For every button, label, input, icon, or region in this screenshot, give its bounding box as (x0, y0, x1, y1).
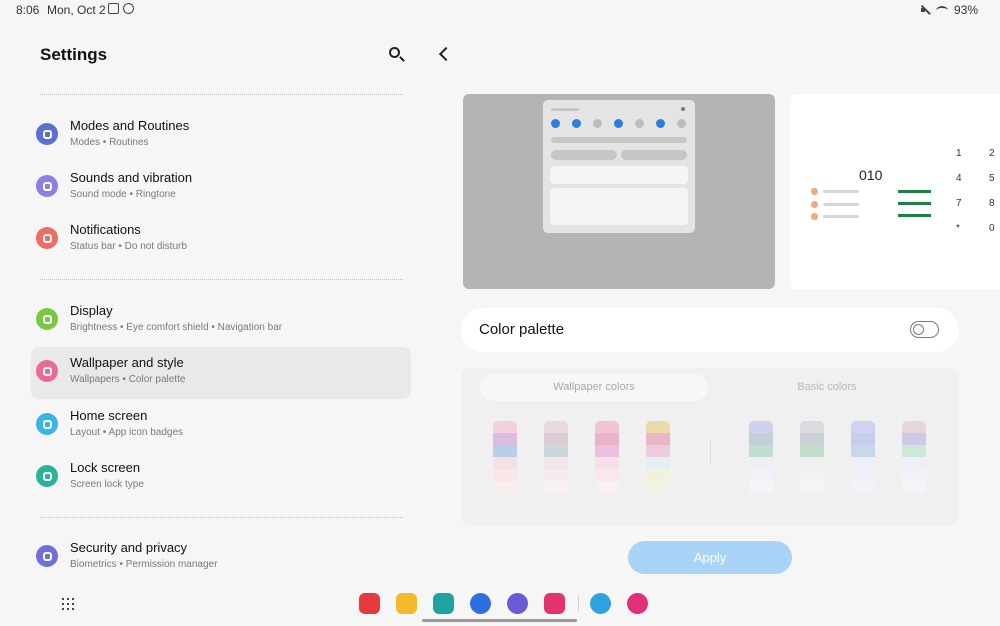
home-icon (36, 413, 58, 435)
mute-icon (920, 5, 930, 15)
palette-swatch[interactable] (544, 421, 568, 493)
color-options: Wallpaper colors Basic colors (461, 368, 959, 526)
palette-swatch[interactable] (749, 421, 773, 493)
settings-item-home-screen[interactable]: Home screen Layout • App icon badges (31, 400, 411, 452)
dialpad-key: 0 (989, 223, 995, 234)
item-subtitle: Screen lock type (70, 479, 144, 490)
palette-swatch[interactable] (595, 421, 619, 493)
brightness-icon (36, 308, 58, 330)
home-gesture-bar[interactable] (422, 619, 577, 622)
sync-notification-icon (123, 3, 134, 14)
palette-swatch[interactable] (646, 421, 670, 493)
apply-button[interactable]: Apply (628, 541, 792, 574)
settings-item-wallpaper-style[interactable]: Wallpaper and style Wallpapers • Color p… (31, 347, 411, 399)
item-subtitle: Wallpapers • Color palette (70, 374, 186, 385)
modes-routines-icon (36, 123, 58, 145)
flashlight-toggle-icon (656, 119, 665, 128)
palette-swatch[interactable] (800, 421, 824, 493)
settings-item-lock-screen[interactable]: Lock screen Screen lock type (31, 452, 411, 504)
dialpad-key: 8 (989, 198, 995, 209)
item-label: Display (70, 303, 113, 318)
battery-level: 93% (953, 3, 978, 17)
item-subtitle: Biometrics • Permission manager (70, 559, 218, 570)
app-drawer-icon[interactable] (62, 598, 74, 610)
color-palette-row[interactable]: Color palette (461, 308, 959, 352)
status-date: Mon, Oct 2 (47, 3, 106, 17)
notification-bell-icon (36, 227, 58, 249)
settings-item-display[interactable]: Display Brightness • Eye comfort shield … (31, 295, 411, 347)
item-label: Sounds and vibration (70, 170, 193, 185)
dialpad-key: 5 (989, 173, 995, 184)
internet-app-icon[interactable] (507, 593, 528, 614)
item-subtitle: Modes • Routines (70, 137, 149, 148)
section-divider (40, 94, 403, 95)
item-subtitle: Sound mode • Ringtone (70, 189, 176, 200)
quick-panel-preview[interactable] (463, 94, 775, 289)
item-label: Modes and Routines (70, 118, 190, 133)
item-label: Wallpaper and style (70, 355, 184, 370)
dialpad-key: 7 (956, 198, 962, 209)
palette-swatch[interactable] (902, 421, 926, 493)
camera-app-icon[interactable] (544, 593, 565, 614)
sound-toggle-icon (572, 119, 581, 128)
wifi-toggle-icon (551, 119, 560, 128)
item-subtitle: Status bar • Do not disturb (70, 241, 187, 252)
telegram-app-icon[interactable] (590, 593, 611, 614)
search-icon (389, 47, 400, 58)
status-time: 8:06 (16, 3, 40, 17)
quick-settings-panel-mock (543, 100, 695, 233)
settings-item-modes-routines[interactable]: Modes and Routines Modes • Routines (31, 110, 411, 162)
airplane-toggle-icon (635, 119, 644, 128)
dialpad-key: 2 (989, 148, 995, 159)
dock-separator (578, 596, 579, 611)
item-label: Notifications (70, 222, 141, 237)
dialpad-key: 4 (956, 173, 962, 184)
palette-swatch[interactable] (851, 421, 875, 493)
tab-divider (710, 440, 711, 464)
dialer-number: 010 (859, 167, 883, 183)
shield-icon (36, 545, 58, 567)
speaker-icon (36, 175, 58, 197)
color-palette-label: Color palette (479, 321, 565, 338)
dialer-preview[interactable]: 010 1 2 4 5 7 8 * 0 (790, 94, 1000, 289)
search-button[interactable] (386, 45, 406, 65)
section-divider (40, 279, 403, 280)
tab-basic-colors[interactable]: Basic colors (713, 374, 941, 401)
messages-app-icon[interactable] (470, 593, 491, 614)
dialpad-key: * (956, 223, 960, 234)
item-subtitle: Layout • App icon badges (70, 427, 184, 438)
section-divider (40, 517, 403, 518)
calendar-app-icon[interactable] (433, 593, 454, 614)
color-palette-toggle[interactable] (910, 321, 939, 338)
palette-swatch[interactable] (493, 421, 517, 493)
page-title: Settings (40, 45, 108, 64)
settings-item-sounds-vibration[interactable]: Sounds and vibration Sound mode • Ringto… (31, 162, 411, 214)
battery-saver-toggle-icon (677, 119, 686, 128)
item-label: Security and privacy (70, 540, 188, 555)
status-bar: 8:06 Mon, Oct 2 93% (0, 0, 1000, 20)
my-files-app-icon[interactable] (396, 593, 417, 614)
back-button[interactable] (434, 45, 454, 65)
gallery-notification-icon (108, 3, 119, 14)
wifi-icon (935, 5, 948, 15)
item-label: Home screen (70, 408, 148, 423)
tab-wallpaper-colors[interactable]: Wallpaper colors (480, 374, 708, 401)
lock-icon (36, 465, 58, 487)
dialpad-key: 1 (956, 148, 962, 159)
settings-item-security-privacy[interactable]: Security and privacy Biometrics • Permis… (31, 532, 411, 584)
bluetooth-toggle-icon (593, 119, 602, 128)
item-label: Lock screen (70, 460, 141, 475)
item-subtitle: Brightness • Eye comfort shield • Naviga… (70, 322, 283, 333)
settings-item-notifications[interactable]: Notifications Status bar • Do not distur… (31, 214, 411, 266)
autorotate-toggle-icon (614, 119, 623, 128)
bixby-app-icon[interactable] (627, 593, 648, 614)
wallpaper-icon (36, 360, 58, 382)
flipboard-app-icon[interactable] (359, 593, 380, 614)
